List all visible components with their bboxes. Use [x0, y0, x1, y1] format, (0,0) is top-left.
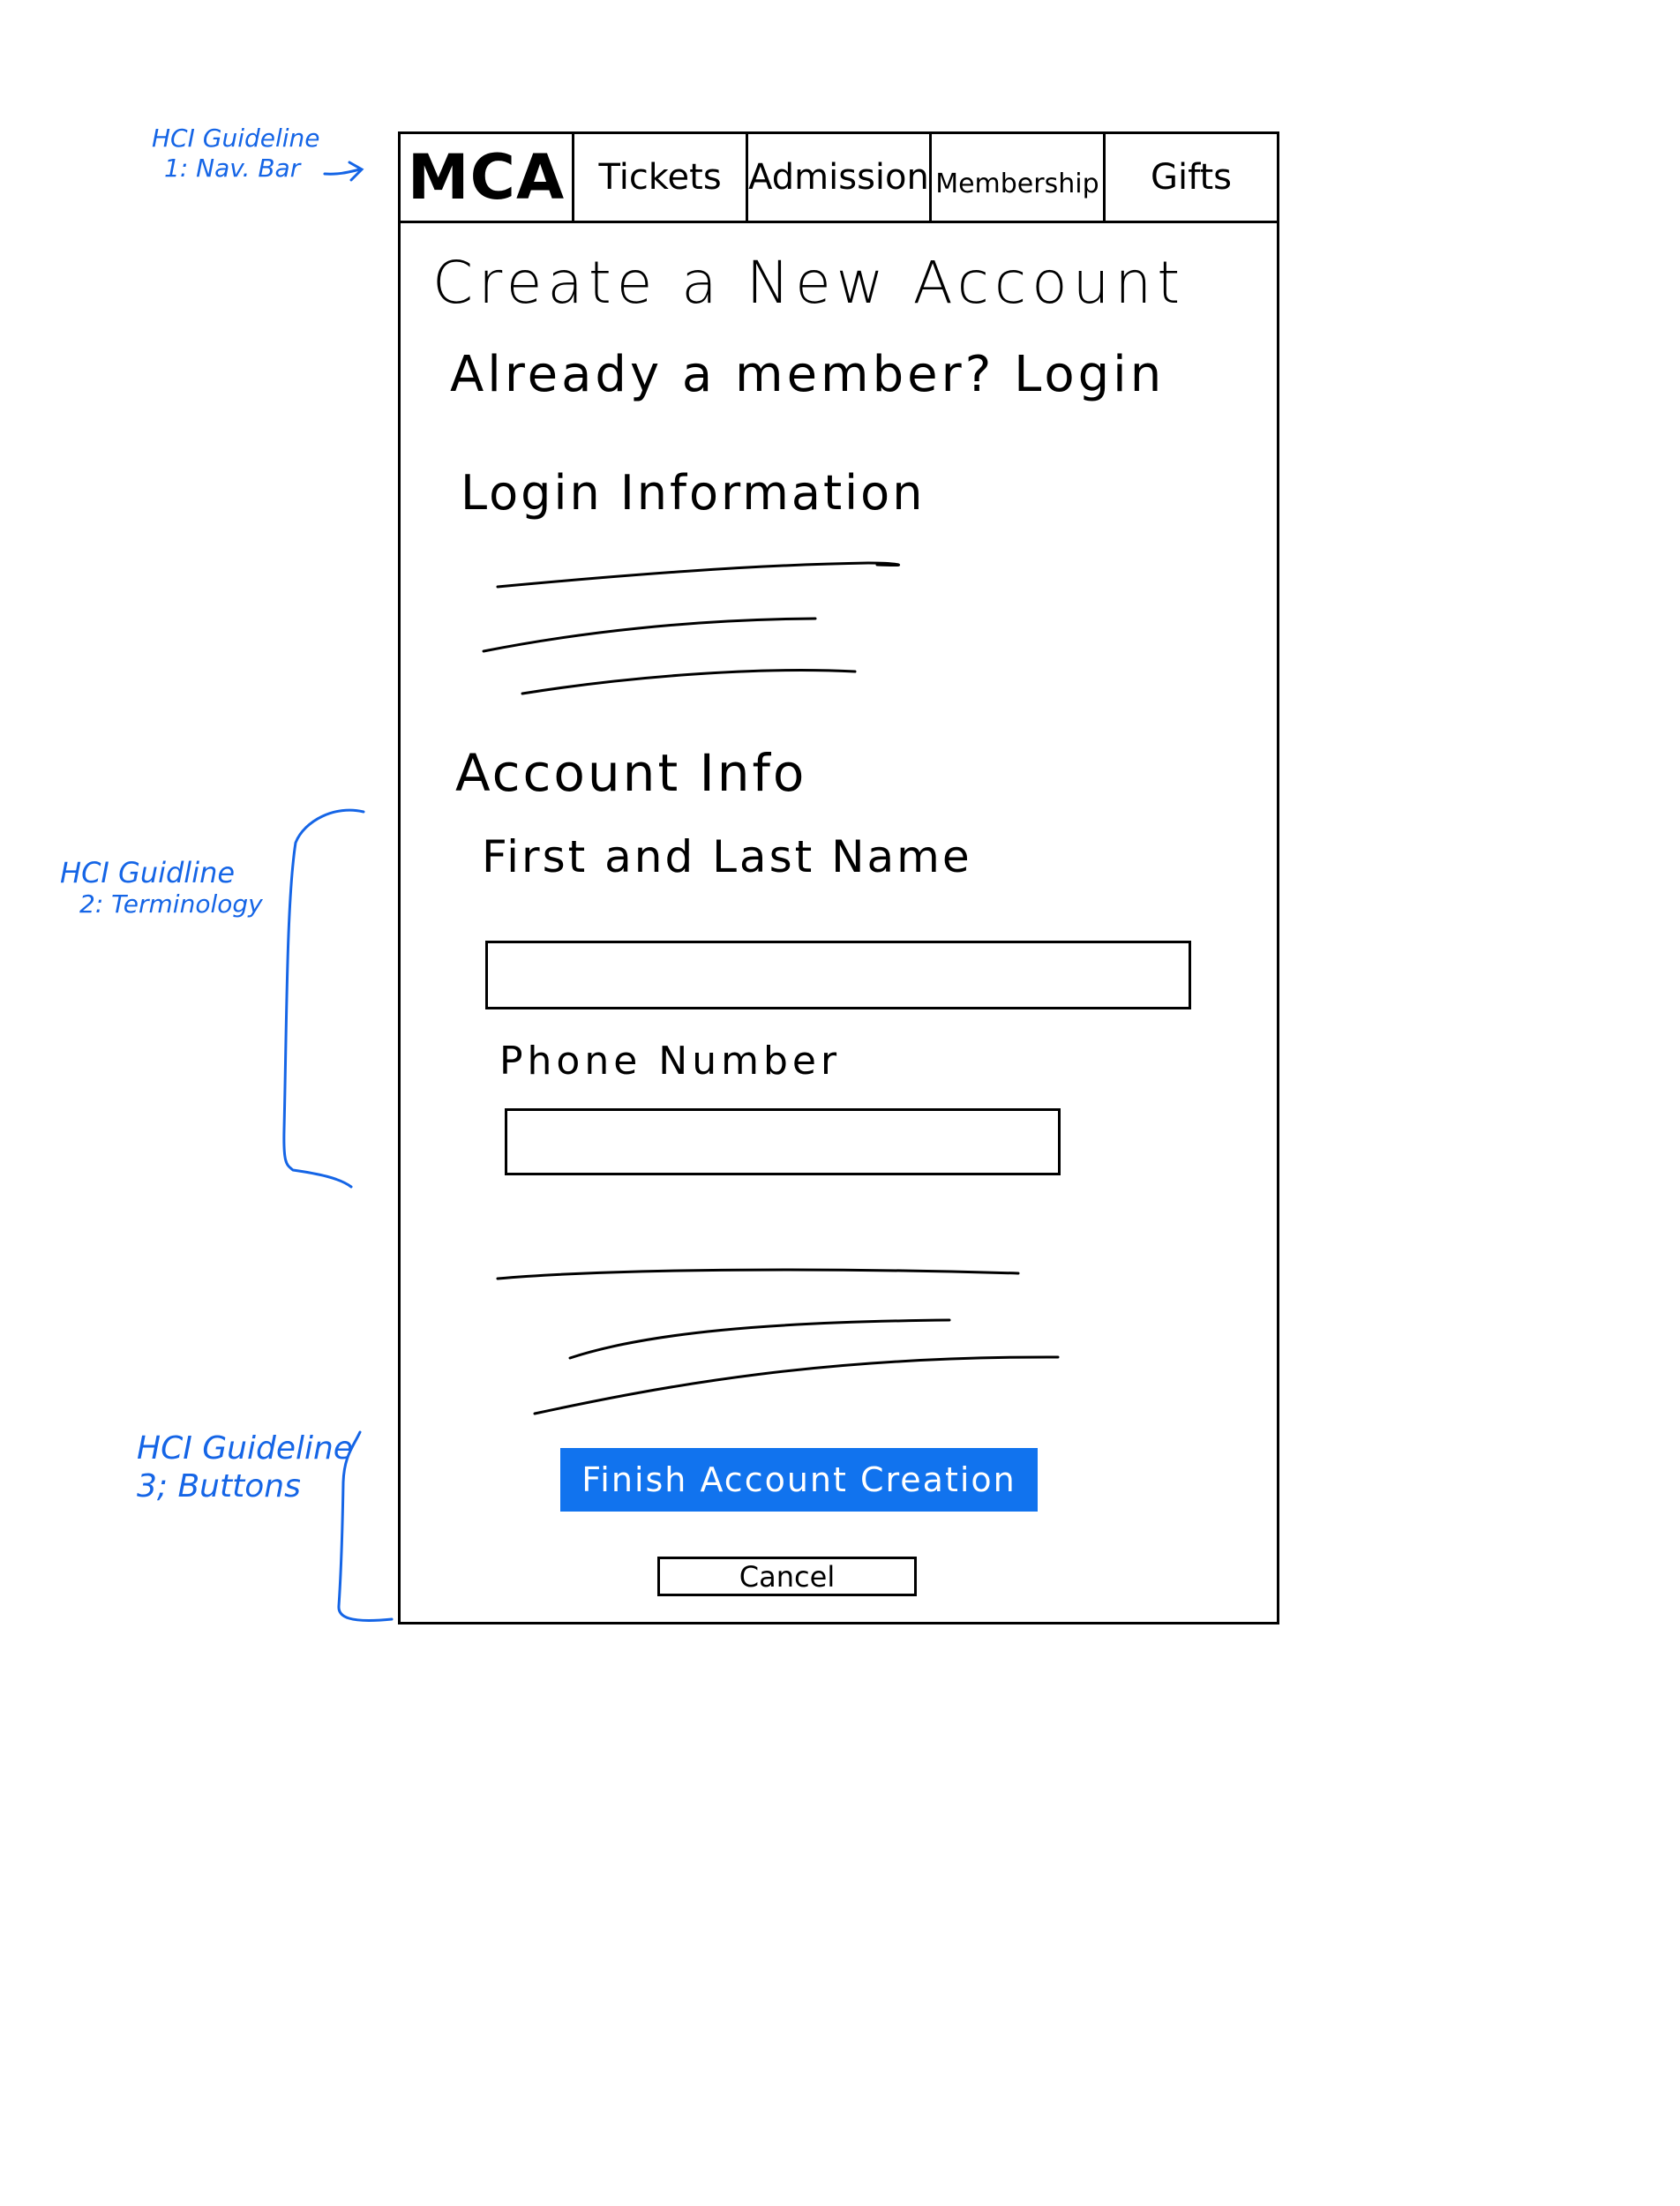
annotation-bracket-terminology	[282, 808, 365, 1189]
nav-item-tickets[interactable]: Tickets	[574, 134, 749, 221]
wireframe-page: MCA Tickets Admission Membership Gifts C…	[398, 131, 1279, 1624]
annotation-terminology: HCI Guidline 2: Terminology	[60, 856, 263, 919]
placeholder-line	[533, 1355, 1060, 1415]
placeholder-line	[496, 561, 900, 589]
name-field-label: First and Last Name	[482, 831, 972, 882]
placeholder-line	[568, 1318, 951, 1360]
placeholder-line	[482, 617, 817, 653]
name-input[interactable]	[485, 941, 1191, 1009]
annotation-buttons-line2: 3; Buttons	[137, 1468, 301, 1505]
annotation-arrow	[323, 161, 364, 182]
phone-field-label: Phone Number	[499, 1039, 842, 1084]
login-prompt: Already a member? Login	[450, 346, 1165, 403]
account-section-heading: Account Info	[455, 743, 807, 803]
nav-bar: MCA Tickets Admission Membership Gifts	[401, 134, 1277, 223]
annotation-nav-bar: HCI Guideline 1: Nav. Bar	[152, 124, 320, 183]
login-prompt-text: Already a member?	[450, 346, 995, 403]
annotation-nav-bar-line1: HCI Guideline	[152, 124, 320, 153]
login-link[interactable]: Login	[1014, 346, 1165, 403]
annotation-terminology-line1: HCI Guidline	[60, 856, 236, 889]
nav-item-gifts[interactable]: Gifts	[1106, 134, 1277, 221]
phone-input[interactable]	[505, 1108, 1061, 1175]
annotation-terminology-line2: 2: Terminology	[79, 889, 263, 919]
site-logo: MCA	[401, 134, 575, 221]
nav-item-membership[interactable]: Membership	[932, 134, 1106, 221]
login-section-heading: Login Information	[461, 465, 926, 521]
annotation-nav-bar-line2: 1: Nav. Bar	[164, 153, 301, 183]
page-title: Create a New Account	[432, 249, 1186, 317]
placeholder-line	[521, 669, 857, 695]
annotation-buttons-line1: HCI Guideline	[137, 1430, 353, 1467]
cancel-button[interactable]: Cancel	[657, 1557, 917, 1596]
placeholder-line	[496, 1268, 1020, 1280]
nav-item-admission[interactable]: Admission	[748, 134, 932, 221]
annotation-buttons: HCI Guideline 3; Buttons	[137, 1429, 353, 1505]
finish-account-button[interactable]: Finish Account Creation	[560, 1448, 1038, 1512]
